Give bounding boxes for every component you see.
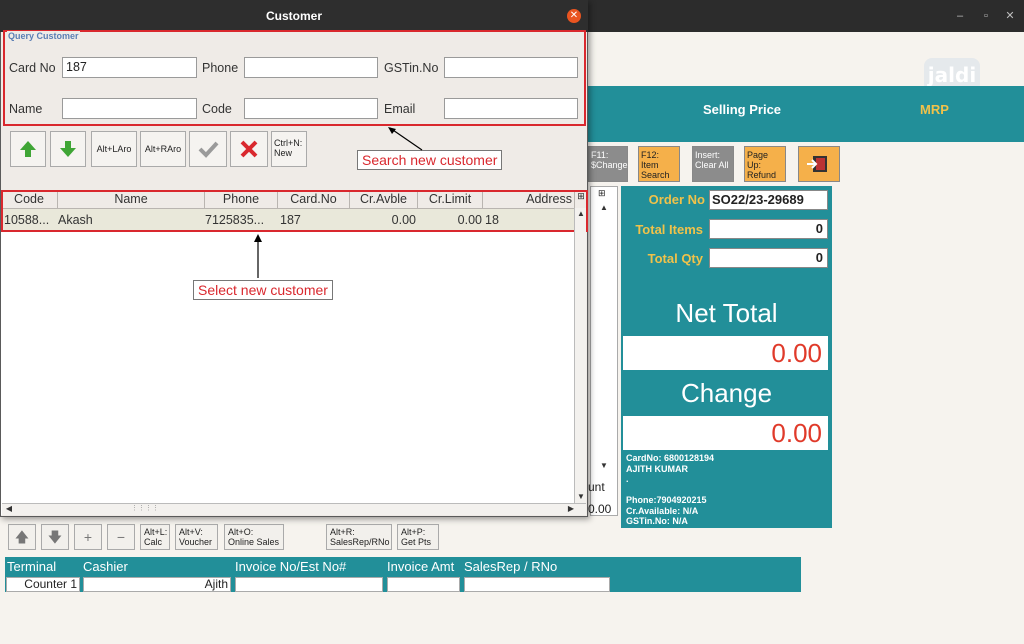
prev-record-button[interactable]	[10, 131, 46, 167]
salesrep-value	[464, 577, 610, 592]
online-sales-button[interactable]: Alt+O: Online Sales	[224, 524, 284, 550]
voucher-button[interactable]: Alt+V: Voucher	[175, 524, 218, 550]
checkmark-icon	[198, 141, 219, 158]
confirm-button[interactable]	[189, 131, 227, 167]
customer-cr-available: Cr.Available: N/A	[626, 505, 699, 516]
order-summary-panel: Order No SO22/23-29689 Total Items 0 Tot…	[621, 186, 832, 528]
gstin-input[interactable]	[444, 57, 578, 78]
select-new-customer-callout: Select new customer	[193, 280, 333, 300]
terminal-label: Terminal	[7, 559, 57, 574]
selling-price-label: Selling Price	[703, 102, 782, 117]
order-no-label: Order No	[648, 192, 705, 207]
get-points-button[interactable]: Alt+P: Get Pts	[397, 524, 439, 550]
salesrep-button[interactable]: Alt+R: SalesRep/RNo	[326, 524, 392, 550]
scroll-grip[interactable]: ⋮⋮⋮⋮	[130, 505, 160, 513]
scroll-down-arrow[interactable]: ▼	[598, 460, 610, 472]
add-qty-button[interactable]: +	[74, 524, 102, 550]
list-scroll-down-arrow[interactable]: ▼	[575, 491, 587, 503]
alt-right-arrow-button[interactable]: Alt+RAro	[140, 131, 186, 167]
maximize-icon[interactable]: ▫	[978, 8, 994, 24]
change-value: 0.00	[623, 416, 828, 450]
vertical-scrollbar[interactable]	[574, 208, 586, 504]
customer-results-list[interactable]	[1, 191, 585, 515]
partial-label: unt	[588, 480, 605, 494]
dialog-close-icon[interactable]: ✕	[567, 9, 581, 23]
phone-label: Phone	[202, 61, 239, 75]
customer-phone: Phone:7904920215	[626, 495, 707, 505]
total-qty-label: Total Qty	[647, 251, 703, 266]
customer-info-dot: .	[626, 474, 629, 484]
code-input[interactable]	[244, 98, 378, 119]
total-qty-value: 0	[709, 248, 828, 268]
f11-change-button[interactable]: F11: $Change	[588, 146, 628, 182]
customer-name: AJITH KUMAR	[626, 463, 688, 474]
calc-button[interactable]: Alt+L: Calc	[140, 524, 170, 550]
price-header: Selling Price MRP	[586, 86, 1024, 142]
invoice-no-label: Invoice No/Est No#	[235, 559, 347, 574]
alt-left-arrow-button[interactable]: Alt+LAro	[91, 131, 137, 167]
email-input[interactable]	[444, 98, 578, 119]
mrp-label: MRP	[920, 102, 949, 117]
partial-amount: 0.00	[588, 502, 612, 516]
salesrep-label: SalesRep / RNo	[464, 559, 558, 574]
phone-input[interactable]	[244, 57, 378, 78]
new-customer-button[interactable]: Ctrl+N: New	[271, 131, 307, 167]
order-no-value: SO22/23-29689	[709, 190, 828, 210]
scroll-up-arrow[interactable]: ▲	[598, 202, 610, 214]
close-window-icon[interactable]: ✕	[1002, 8, 1018, 24]
invoice-status-panel: Terminal Cashier Invoice No/Est No# Invo…	[5, 557, 801, 592]
f12-item-search-button[interactable]: F12: Item Search	[638, 146, 680, 182]
list-scroll-left-arrow[interactable]: ◀	[3, 503, 15, 515]
select-callout-arrow-icon	[254, 234, 262, 278]
total-items-label: Total Items	[635, 222, 703, 237]
green-down-arrow-icon	[60, 141, 76, 157]
card-no-input[interactable]: 187	[62, 57, 197, 78]
name-label: Name	[9, 102, 43, 116]
insert-clear-all-button[interactable]: Insert: Clear All	[692, 146, 734, 182]
name-input[interactable]	[62, 98, 197, 119]
list-scroll-up-arrow[interactable]: ▲	[575, 208, 587, 220]
remove-qty-button[interactable]: −	[107, 524, 135, 550]
email-label: Email	[384, 102, 416, 116]
total-items-value: 0	[709, 219, 828, 239]
customer-info-gap	[626, 485, 826, 496]
net-total-value: 0.00	[623, 336, 828, 370]
customer-card-no: CardNo: 6800128194	[626, 453, 715, 463]
move-up-button[interactable]: 🡅	[8, 524, 36, 550]
net-total-label: Net Total	[675, 298, 778, 328]
select-highlight-box	[1, 190, 588, 232]
cancel-button[interactable]	[230, 131, 268, 167]
invoice-amt-label: Invoice Amt	[387, 559, 455, 574]
exit-icon	[807, 156, 827, 172]
search-callout-arrow-icon	[388, 127, 423, 151]
move-down-button[interactable]: 🡇	[41, 524, 69, 550]
green-up-arrow-icon	[20, 141, 36, 157]
code-label: Code	[202, 102, 232, 116]
query-customer-legend: Query Customer	[7, 31, 80, 41]
next-record-button[interactable]	[50, 131, 86, 167]
cashier-value: Ajith	[83, 577, 231, 592]
horizontal-scrollbar[interactable]	[2, 503, 586, 515]
invoice-no-value	[235, 577, 383, 592]
change-label: Change	[680, 378, 773, 408]
list-scroll-right-arrow[interactable]: ▶	[565, 503, 577, 515]
gstin-label: GSTin.No	[384, 61, 439, 75]
column-toggle-icon[interactable]: ⊞	[598, 188, 606, 199]
red-x-icon	[240, 140, 258, 158]
dialog-title: Customer	[0, 0, 588, 32]
minimize-icon[interactable]: –	[952, 8, 968, 24]
exit-button[interactable]	[798, 146, 840, 182]
invoice-amt-value	[387, 577, 460, 592]
pageup-refund-button[interactable]: Page Up: Refund	[744, 146, 786, 182]
cashier-label: Cashier	[83, 559, 128, 574]
terminal-value: Counter 1	[6, 577, 80, 592]
card-no-label: Card No	[9, 61, 56, 75]
customer-gstin: GSTin.No: N/A	[626, 516, 688, 526]
customer-info: CardNo: 6800128194 AJITH KUMAR . Phone:7…	[626, 453, 826, 527]
